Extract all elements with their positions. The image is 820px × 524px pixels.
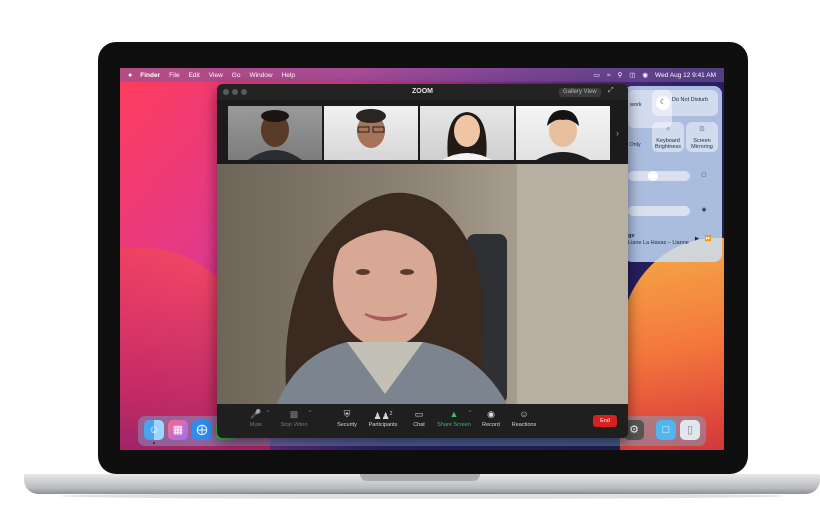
video-options-caret-icon[interactable]: ^ — [309, 410, 311, 416]
laptop-notch — [360, 474, 480, 481]
active-speaker-video — [217, 164, 628, 404]
minimize-button[interactable] — [232, 89, 238, 95]
play-icon[interactable]: ▶ — [692, 236, 702, 242]
participant-tile[interactable] — [324, 106, 418, 160]
participant-video — [342, 109, 400, 160]
participants-count: 2 — [389, 411, 393, 417]
moon-icon: ☾ — [656, 96, 670, 110]
menu-go[interactable]: Go — [232, 72, 241, 79]
meeting-controls: 🎤 Mute ^ ▩ Stop Video ^ ⛨ Security ♟♟2 P… — [217, 404, 628, 438]
menu-edit[interactable]: Edit — [189, 72, 200, 79]
launchpad-icon[interactable]: ▦ — [168, 420, 188, 440]
menu-window[interactable]: Window — [249, 72, 272, 79]
laptop-shadow — [60, 493, 784, 499]
control-center-panel: work ☾ Do Not Disturb Only ☼ Keyboard Br… — [624, 86, 722, 262]
safari-icon[interactable]: ⨁ — [192, 420, 212, 440]
participant-video — [442, 112, 492, 160]
display-slider[interactable] — [628, 171, 690, 181]
screen-mirroring-label: Screen Mirroring — [691, 138, 713, 150]
spotlight-icon[interactable]: ⚲ — [617, 71, 622, 79]
zoom-window: ZOOM Gallery View ⤢ › 🎤 Mute ^ ▩ Stop Vi… — [217, 84, 628, 438]
menu-finder[interactable]: Finder — [140, 72, 160, 79]
battery-icon[interactable]: ▭ — [594, 71, 600, 79]
next-page-icon[interactable]: › — [616, 128, 619, 138]
sound-slider[interactable] — [628, 206, 690, 216]
siri-icon[interactable]: ◉ — [642, 71, 648, 79]
smiley-icon: ☺ — [519, 409, 529, 419]
reactions-label: Reactions — [511, 422, 537, 428]
menu-clock[interactable]: Wed Aug 12 9:41 AM — [655, 72, 716, 79]
screen-mirroring-icon: ◫ — [699, 126, 705, 132]
sound-icon: ◉ — [701, 207, 707, 213]
display-slider-knob[interactable] — [648, 171, 658, 181]
keyboard-brightness-label: Keyboard Brightness — [655, 138, 681, 150]
only-label: Only — [629, 142, 641, 148]
end-meeting-button[interactable]: End — [593, 415, 617, 427]
stop-video-label: Stop Video — [280, 422, 308, 428]
display-icon: ▢ — [701, 172, 707, 178]
close-button[interactable] — [223, 89, 229, 95]
participant-tile[interactable] — [516, 106, 610, 160]
menu-bar: ● Finder File Edit View Go Window Help ▭… — [120, 68, 724, 82]
participant-tile[interactable] — [420, 106, 514, 160]
running-indicator — [153, 442, 155, 444]
audio-options-caret-icon[interactable]: ^ — [267, 410, 269, 416]
menu-file[interactable]: File — [169, 72, 179, 79]
participant-video — [536, 110, 590, 160]
fast-forward-icon[interactable]: ⏩ — [702, 236, 714, 242]
apple-menu-icon[interactable]: ● — [128, 72, 132, 79]
speaker-illustration — [277, 164, 628, 404]
zoom-window-button[interactable] — [241, 89, 247, 95]
finder-icon[interactable]: ☺ — [144, 420, 164, 440]
menu-extras: ▭ ≈ ⚲ ◫ ◉ Wed Aug 12 9:41 AM — [594, 68, 716, 82]
downloads-folder-icon[interactable]: □ — [656, 420, 676, 440]
dnd-label: Do Not Disturb — [672, 97, 709, 103]
menu-help[interactable]: Help — [282, 72, 295, 79]
wifi-icon[interactable]: ≈ — [607, 72, 611, 79]
control-center-icon[interactable]: ◫ — [629, 71, 635, 79]
participant-video — [248, 110, 302, 160]
now-playing-title: ge — [628, 233, 635, 239]
reactions-button[interactable]: ☺ Reactions — [501, 408, 547, 428]
fullscreen-icon[interactable]: ⤢ — [608, 87, 614, 95]
participant-strip — [228, 106, 611, 160]
now-playing-artist: Liane La Havas – Lianne La H… — [628, 240, 690, 246]
keyboard-brightness-icon: ☼ — [665, 126, 671, 132]
trash-icon[interactable]: ▯ — [680, 420, 700, 440]
window-title: ZOOM — [412, 88, 433, 95]
menu-view[interactable]: View — [209, 72, 223, 79]
network-label: work — [630, 102, 642, 108]
gallery-view-button[interactable]: Gallery View — [559, 88, 601, 97]
participant-tile[interactable] — [228, 106, 322, 160]
